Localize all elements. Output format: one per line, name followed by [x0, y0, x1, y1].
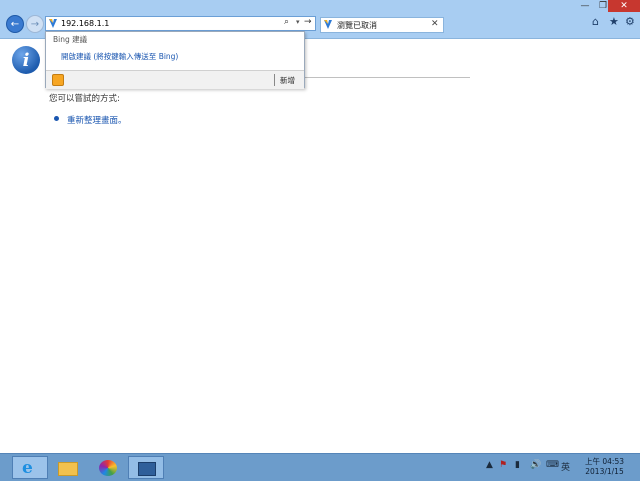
clock-date: 2013/1/15 [585, 467, 624, 476]
chevron-down-icon[interactable]: ▾ [296, 18, 300, 26]
minimize-button[interactable]: — [576, 0, 594, 12]
forward-button[interactable]: → [26, 15, 44, 33]
refresh-link[interactable]: 重新整理畫面。 [67, 114, 127, 126]
tab-favicon-icon [324, 20, 332, 29]
new-tab-button[interactable] [446, 17, 468, 33]
go-button[interactable]: → [304, 17, 312, 27]
network-app-icon [138, 462, 156, 476]
clock[interactable]: 上午 04:53 2013/1/15 [585, 457, 624, 477]
taskbar-internet-explorer[interactable]: e [12, 456, 48, 479]
close-button[interactable]: ✕ [608, 0, 640, 12]
address-input[interactable]: 192.168.1.1 [61, 19, 109, 28]
paint-icon [99, 460, 117, 476]
tab-navigation-canceled[interactable]: 瀏覽已取消 ✕ [320, 17, 444, 33]
taskbar: e ▲ ⚑ ▮ 🔊 ⌨ 英 上午 04:53 2013/1/15 [0, 453, 640, 481]
suggestions-header: Bing 建議 [53, 35, 88, 44]
enable-suggestions-link[interactable]: 開啟建議 (將按鍵輸入傳送至 Bing) [61, 51, 178, 62]
taskbar-network-app[interactable] [128, 456, 164, 479]
add-button[interactable]: 新增 [280, 75, 295, 86]
add-on-icon[interactable] [52, 74, 64, 86]
info-icon: i [12, 46, 40, 74]
suggestions-footer: 新增 [46, 70, 304, 89]
taskbar-file-explorer[interactable] [50, 456, 86, 479]
suggestions-dropdown: Bing 建議 開啟建議 (將按鍵輸入傳送至 Bing) 新增 [45, 31, 305, 89]
page-favicon-icon [49, 19, 57, 28]
internet-explorer-icon: e [22, 458, 33, 478]
clock-time: 上午 04:53 [585, 457, 624, 466]
bullet-icon [54, 116, 59, 121]
gear-icon[interactable]: ⚙ [625, 15, 635, 28]
keyboard-icon[interactable]: ⌨ [546, 460, 559, 470]
volume-icon[interactable]: 🔊 [530, 460, 541, 470]
input-language-indicator[interactable]: 英 [561, 460, 570, 473]
back-button[interactable]: ← [6, 15, 24, 33]
address-bar[interactable]: 192.168.1.1 ⌕ ▾ → [45, 16, 316, 31]
divider [274, 74, 275, 86]
show-hidden-icons-button[interactable]: ▲ [486, 460, 493, 470]
search-icon[interactable]: ⌕ [284, 17, 289, 27]
close-icon[interactable]: ✕ [431, 19, 439, 29]
try-label: 您可以嘗試的方式: [49, 94, 120, 104]
action-center-flag-icon[interactable]: ⚑ [499, 460, 507, 470]
network-signal-icon[interactable]: ▮ [515, 460, 520, 470]
star-icon[interactable]: ★ [609, 15, 619, 28]
home-icon[interactable]: ⌂ [592, 15, 599, 28]
tab-title: 瀏覽已取消 [337, 21, 377, 30]
folder-icon [58, 462, 78, 476]
taskbar-paint[interactable] [90, 456, 126, 479]
